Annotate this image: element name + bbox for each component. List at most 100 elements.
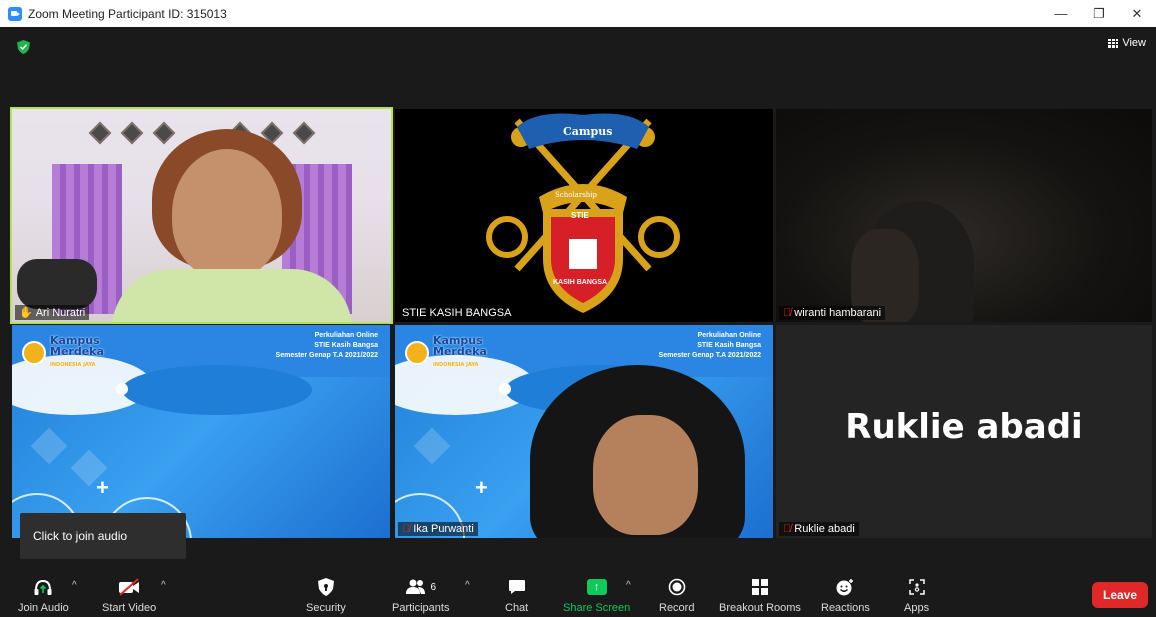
slide-diamond: [413, 427, 451, 465]
participant-name-tag: ✋ Ari Nuratri: [15, 305, 90, 320]
title-bar: Zoom Meeting Participant ID: 315013 — ❐ …: [0, 0, 1156, 27]
video-tile-ruklie[interactable]: Ruklie abadi 🎙̸ Ruklie abadi: [776, 325, 1152, 538]
kampus-badge-icon: [405, 341, 429, 365]
apps-label: Apps: [904, 602, 930, 614]
motorbike: [17, 259, 97, 309]
raised-hand-icon: ✋: [19, 307, 33, 319]
slide-title: Perkuliahan Online STIE Kasih Bangsa Sem…: [276, 331, 378, 361]
chat-icon: [508, 576, 526, 598]
participants-button[interactable]: 6 Participants: [392, 576, 449, 614]
slide-wave: [122, 365, 312, 415]
brand-line2: Merdeka: [50, 345, 104, 358]
record-icon: [668, 576, 686, 598]
slide-title-line2: STIE Kasih Bangsa: [697, 342, 761, 349]
slide-title-line1: Perkuliahan Online: [314, 332, 378, 339]
apps-icon: [908, 576, 926, 598]
participant-name: Ari Nuratri: [35, 306, 86, 319]
share-screen-label: Share Screen: [563, 602, 631, 614]
logo-shield-top: STIE: [571, 211, 589, 220]
grid-view-icon: [1108, 38, 1119, 48]
wall-ornament: [292, 121, 316, 145]
join-audio-button[interactable]: Join Audio: [18, 576, 69, 614]
video-tile-wiranti[interactable]: 🎙̸ wiranti hambarani: [776, 109, 1152, 322]
zoom-app-icon: [8, 6, 22, 21]
participant-display-name: Ruklie abadi: [845, 407, 1083, 447]
headphones-icon: [33, 576, 53, 598]
view-label: View: [1122, 37, 1146, 49]
reactions-button[interactable]: Reactions: [821, 576, 870, 614]
participant-name-tag: 🎙̸ wiranti hambarani: [779, 306, 886, 320]
participant-face: [593, 415, 698, 535]
share-screen-icon: ↑: [586, 579, 607, 595]
video-options-caret-icon[interactable]: ^: [161, 580, 166, 591]
video-tile-slide[interactable]: Kampus Merdeka INDONESIA JAYA Perkuliaha…: [12, 325, 390, 538]
participants-count: 6: [430, 581, 437, 593]
chat-button[interactable]: Chat: [505, 576, 528, 614]
record-button[interactable]: Record: [659, 576, 694, 614]
slide-title-line2: STIE Kasih Bangsa: [314, 342, 378, 349]
kampus-merdeka-logo: Kampus Merdeka INDONESIA JAYA: [405, 335, 487, 371]
participant-name-tag: 🎙̸ Ruklie abadi: [779, 522, 859, 536]
participant-name-tag: STIE KASIH BANGSA: [398, 306, 516, 320]
participant-name: STIE KASIH BANGSA: [402, 307, 512, 319]
participants-label: Participants: [392, 602, 450, 614]
participant-body: [112, 269, 352, 322]
participant-face: [172, 149, 282, 279]
video-tile-stie[interactable]: Campus Scholarship STIE KASIH BANGSA STI…: [395, 109, 773, 322]
mic-muted-icon: 🎙̸: [783, 523, 792, 535]
wall-ornament: [88, 121, 112, 145]
slide-title-line3: Semester Genap T.A 2021/2022: [658, 352, 761, 359]
record-label: Record: [659, 602, 695, 614]
reactions-icon: [835, 576, 855, 598]
security-shield-icon: [317, 576, 334, 598]
slide-title-line3: Semester Genap T.A 2021/2022: [275, 352, 378, 359]
slide-title: Perkuliahan Online STIE Kasih Bangsa Sem…: [659, 331, 761, 361]
video-tile-ika[interactable]: Kampus Merdeka INDONESIA JAYA Perkuliaha…: [395, 325, 773, 538]
logo-shield-words: KASIH BANGSA: [553, 279, 608, 286]
slide-dot: [499, 383, 511, 395]
security-button[interactable]: Security: [306, 576, 346, 614]
share-screen-button[interactable]: ↑ Share Screen: [563, 576, 630, 614]
audio-options-caret-icon[interactable]: ^: [72, 580, 77, 591]
logo-ribbon-text: Scholarship: [555, 191, 598, 199]
kampus-badge-icon: [22, 341, 46, 365]
brand-sub: INDONESIA JAYA: [50, 362, 96, 368]
shield-check-icon[interactable]: [17, 40, 30, 54]
participants-options-caret-icon[interactable]: ^: [465, 580, 470, 591]
leave-button[interactable]: Leave: [1092, 582, 1148, 608]
breakout-rooms-icon: [751, 576, 769, 598]
participant-name: Ruklie abadi: [794, 523, 855, 535]
close-button[interactable]: ✕: [1118, 0, 1156, 27]
apps-button[interactable]: Apps: [904, 576, 929, 614]
logo-banner-text: Campus: [563, 125, 613, 138]
start-video-button[interactable]: Start Video: [102, 576, 156, 614]
breakout-rooms-button[interactable]: Breakout Rooms: [719, 576, 801, 614]
join-audio-tooltip: Click to join audio: [20, 513, 186, 559]
mic-muted-icon: 🎙̸: [402, 523, 411, 535]
chat-label: Chat: [505, 602, 529, 614]
slide-diamond: [30, 427, 68, 465]
start-video-label: Start Video: [102, 602, 157, 614]
window-title: Zoom Meeting Participant ID: 315013: [28, 6, 227, 21]
video-off-icon: [117, 576, 141, 598]
reactions-label: Reactions: [821, 602, 870, 614]
stie-logo: Campus Scholarship STIE KASIH BANGSA: [477, 109, 689, 322]
view-button[interactable]: View: [1108, 37, 1146, 49]
minimize-button[interactable]: —: [1042, 0, 1080, 27]
slide-title-line1: Perkuliahan Online: [697, 332, 761, 339]
window-controls: — ❐ ✕: [1042, 0, 1156, 27]
slide-plus: +: [475, 475, 488, 500]
brand-line2: Merdeka: [433, 345, 487, 358]
brand-sub: INDONESIA JAYA: [433, 362, 479, 368]
meeting-toolbar: Join Audio ^ Start Video ^ Security 6 Pa…: [0, 570, 1156, 617]
slide-dot: [116, 383, 128, 395]
participant-name: Ika Purwanti: [413, 523, 474, 535]
wall-ornament: [120, 121, 144, 145]
mic-muted-icon: 🎙̸: [783, 307, 792, 319]
security-label: Security: [306, 602, 346, 614]
restore-button[interactable]: ❐: [1080, 0, 1118, 27]
participant-name-tag: 🎙̸ Ika Purwanti: [398, 522, 478, 536]
join-audio-label: Join Audio: [18, 602, 69, 614]
video-tile-ari[interactable]: ✋ Ari Nuratri: [10, 107, 393, 324]
share-options-caret-icon[interactable]: ^: [626, 580, 631, 591]
